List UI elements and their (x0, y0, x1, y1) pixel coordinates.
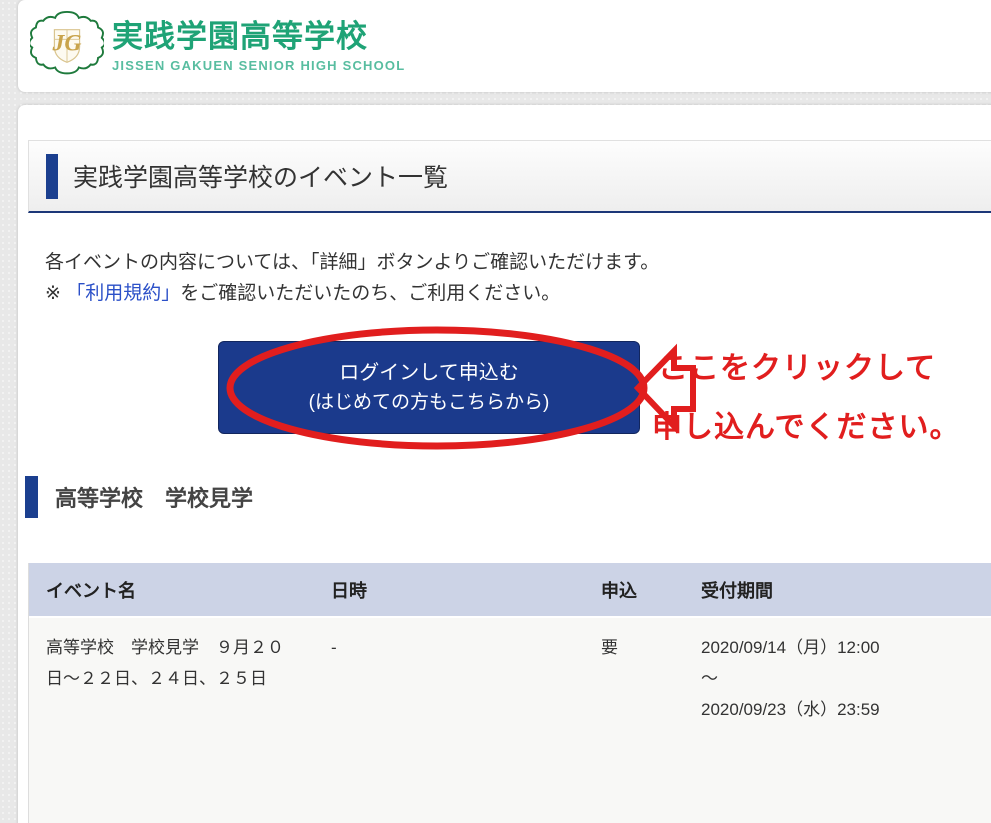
column-header-event-name: イベント名 (29, 577, 331, 603)
column-header-period: 受付期間 (701, 577, 991, 603)
cell-datetime: - (331, 632, 601, 823)
login-button-label: ログインして申込む (219, 358, 639, 388)
school-name: 実践学園高等学校 (112, 19, 405, 55)
cell-period: 2020/09/14（月）12:00 ～ 2020/09/23（水）23:59 (701, 632, 991, 823)
cell-event-name: 高等学校 学校見学 ９月２０日～２２日、２４日、２５日 (29, 632, 331, 823)
login-apply-button[interactable]: ログインして申込む (はじめての方もこちらから) (218, 341, 640, 434)
section-title: 高等学校 学校見学 (55, 481, 253, 513)
section-heading: 高等学校 学校見学 (25, 476, 253, 518)
table-row: 高等学校 学校見学 ９月２０日～２２日、２４日、２５日 - 要 2020/09/… (29, 618, 991, 823)
section-accent-bar (25, 476, 38, 518)
terms-note-line: ※ 「利用規約」をご確認いただいたのち、ご利用ください。 (45, 278, 659, 309)
description-line: 各イベントの内容については、「詳細」ボタンよりご確認いただけます。 (45, 247, 659, 278)
site-header: JG 実践学園高等学校 JISSEN GAKUEN SENIOR HIGH SC… (18, 0, 991, 92)
terms-of-use-link[interactable]: 「利用規約」 (66, 283, 180, 304)
logo-monogram: JG (52, 30, 82, 56)
period-end: 2020/09/23（水）23:59 (701, 694, 991, 725)
school-logo: JG (30, 8, 104, 84)
column-header-application: 申込 (601, 577, 701, 603)
title-accent-bar (46, 154, 58, 199)
table-header-row: イベント名 日時 申込 受付期間 (29, 563, 991, 618)
period-tilde: ～ (701, 663, 991, 694)
main-content: 実践学園高等学校のイベント一覧 各イベントの内容については、「詳細」ボタンよりご… (18, 105, 991, 823)
cell-application: 要 (601, 632, 701, 823)
school-crest-icon: JG (30, 8, 104, 84)
annotation-text-line1: ここをクリックして (658, 343, 936, 387)
event-table: イベント名 日時 申込 受付期間 高等学校 学校見学 ９月２０日～２２日、２４日… (28, 563, 991, 823)
column-header-datetime: 日時 (331, 577, 601, 603)
login-button-sublabel: (はじめての方もこちらから) (219, 388, 639, 418)
note-prefix: ※ (45, 283, 66, 304)
annotation-text-line2: 申し込んでください。 (652, 402, 961, 446)
note-suffix: をご確認いただいたのち、ご利用ください。 (180, 283, 560, 304)
page-title: 実践学園高等学校のイベント一覧 (73, 158, 448, 194)
page-description: 各イベントの内容については、「詳細」ボタンよりご確認いただけます。 ※ 「利用規… (45, 247, 659, 309)
page-title-bar: 実践学園高等学校のイベント一覧 (28, 140, 991, 213)
school-name-english: JISSEN GAKUEN SENIOR HIGH SCHOOL (112, 58, 405, 73)
period-start: 2020/09/14（月）12:00 (701, 632, 991, 663)
